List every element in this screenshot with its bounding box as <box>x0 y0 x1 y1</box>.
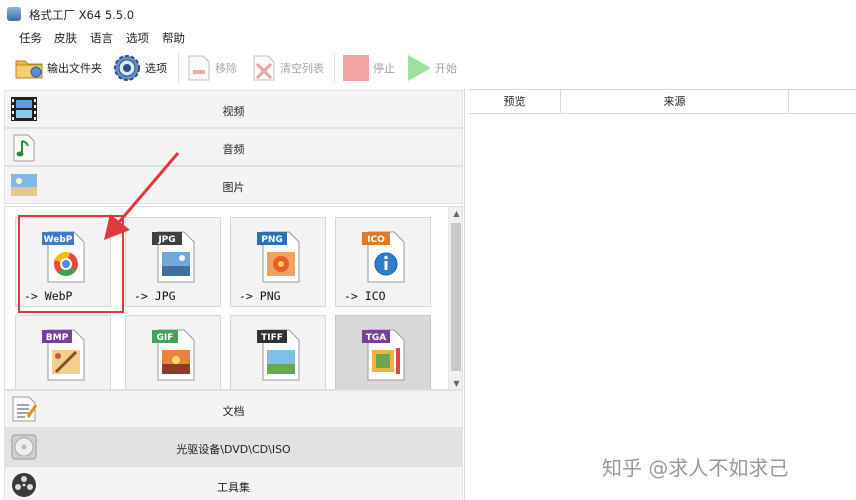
scroll-up-arrow[interactable]: ▲ <box>449 207 462 221</box>
png-file-icon: PNG <box>257 228 303 284</box>
column-source[interactable]: 来源 <box>561 90 789 114</box>
task-list-panel: 预览 来源 <box>469 89 856 500</box>
output-folder-label: 输出文件夹 <box>47 62 102 75</box>
toolbar-separator <box>334 53 335 83</box>
toolbar-separator <box>178 53 179 83</box>
category-video-label: 视频 <box>222 105 245 118</box>
format-label-png: -> PNG <box>239 289 281 303</box>
category-optical-drive[interactable]: 光驱设备\DVD\CD\ISO <box>4 428 463 466</box>
category-document[interactable]: 文档 <box>4 390 463 428</box>
options-button[interactable]: 选项 <box>112 50 167 86</box>
format-tile-ico[interactable]: ICO -> ICO <box>335 217 431 307</box>
format-label-jpg: -> JPG <box>134 289 176 303</box>
ico-badge: ICO <box>367 235 385 245</box>
window-title: 格式工厂 X64 5.5.0 <box>29 8 135 22</box>
menu-skin[interactable]: 皮肤 <box>54 30 77 46</box>
bmp-badge: BMP <box>46 333 69 343</box>
remove-button[interactable]: 移除 <box>186 50 237 86</box>
options-label: 选项 <box>145 62 167 75</box>
stop-button[interactable]: 停止 <box>342 50 395 86</box>
bmp-file-icon: BMP <box>42 326 88 382</box>
title-bar: 格式工厂 X64 5.5.0 <box>0 0 856 28</box>
format-tile-gif[interactable]: GIF <box>125 315 221 389</box>
gif-file-icon: GIF <box>152 326 198 382</box>
clear-list-label: 清空列表 <box>280 62 324 75</box>
menu-language[interactable]: 语言 <box>90 30 113 46</box>
app-icon <box>7 7 21 21</box>
start-button[interactable]: 开始 <box>406 50 457 86</box>
format-factory-window: 格式工厂 X64 5.5.0 任务 皮肤 语言 选项 帮助 输出文件夹 选项 移… <box>0 0 856 500</box>
remove-label: 移除 <box>215 62 237 75</box>
stop-label: 停止 <box>373 62 395 75</box>
gif-badge: GIF <box>157 333 174 343</box>
tiff-file-icon: TIFF <box>257 326 303 382</box>
category-document-label: 文档 <box>222 405 245 418</box>
format-grid-scrollbar[interactable]: ▲ ▼ <box>448 207 462 389</box>
clear-list-button[interactable]: 清空列表 <box>251 50 324 86</box>
watermark-text: 知乎 @求人不如求己 <box>602 456 789 480</box>
category-optical-drive-label: 光驱设备\DVD\CD\ISO <box>176 443 291 456</box>
format-tile-tga[interactable]: TGA <box>335 315 431 389</box>
category-image-label: 图片 <box>222 181 245 194</box>
category-tools[interactable]: 工具集 <box>4 466 463 500</box>
column-preview[interactable]: 预览 <box>469 90 561 114</box>
png-badge: PNG <box>261 235 283 245</box>
menu-bar: 任务 皮肤 语言 选项 帮助 <box>0 28 856 48</box>
stop-icon <box>342 54 370 82</box>
scroll-down-arrow[interactable]: ▼ <box>449 377 462 389</box>
category-tools-label: 工具集 <box>217 481 250 494</box>
format-tile-tiff[interactable]: TIFF <box>230 315 326 389</box>
gear-icon <box>112 53 142 83</box>
task-table-header: 预览 来源 <box>469 89 856 114</box>
folder-icon <box>14 55 44 81</box>
category-audio-label: 音频 <box>222 143 245 156</box>
format-tile-png[interactable]: PNG -> PNG <box>230 217 326 307</box>
start-label: 开始 <box>435 62 457 75</box>
tga-file-icon: TGA <box>362 326 408 382</box>
annotation-arrow <box>104 152 180 240</box>
format-label-ico: -> ICO <box>344 289 386 303</box>
tga-badge: TGA <box>366 333 387 343</box>
remove-icon <box>186 54 212 82</box>
category-audio[interactable]: 音频 <box>4 128 463 166</box>
menu-help[interactable]: 帮助 <box>162 30 185 46</box>
category-video[interactable]: 视频 <box>4 90 463 128</box>
play-icon <box>406 54 432 82</box>
output-folder-button[interactable]: 输出文件夹 <box>14 50 102 86</box>
clear-icon <box>251 54 277 82</box>
format-tile-bmp[interactable]: BMP <box>15 315 111 389</box>
scroll-thumb[interactable] <box>451 223 461 371</box>
menu-task[interactable]: 任务 <box>19 30 42 46</box>
ico-file-icon: ICO <box>362 228 408 284</box>
category-image[interactable]: 图片 <box>4 166 463 204</box>
menu-options[interactable]: 选项 <box>126 30 149 46</box>
tiff-badge: TIFF <box>261 333 283 343</box>
toolbar: 输出文件夹 选项 移除 清空列表 停止 开始 <box>0 50 856 88</box>
